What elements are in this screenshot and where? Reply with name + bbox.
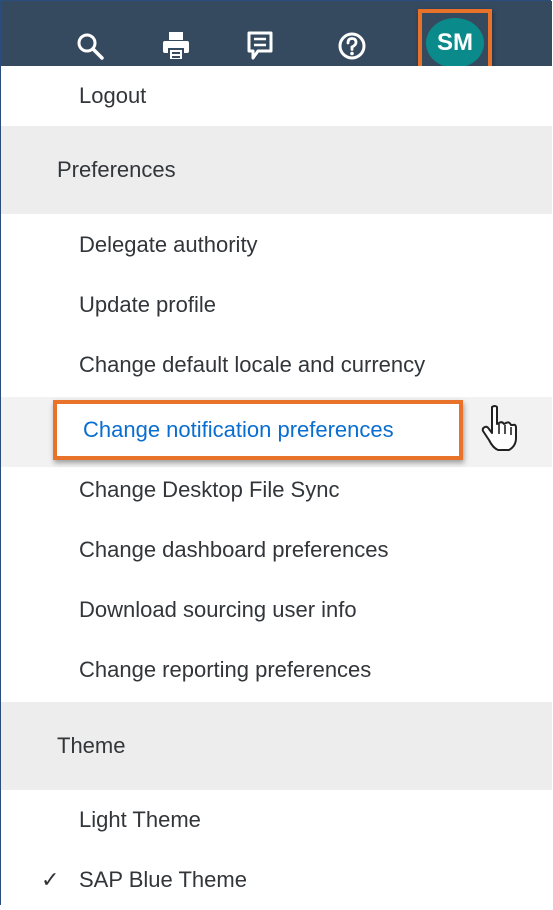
- menu-item-change-dashboard-preferences[interactable]: Change dashboard preferences: [1, 520, 552, 580]
- menu-item-logout[interactable]: Logout: [1, 66, 552, 126]
- menu-item-light-theme[interactable]: Light Theme: [1, 790, 552, 850]
- checkmark-icon: ✓: [41, 867, 60, 892]
- preferences-group-header: Preferences: [1, 126, 552, 214]
- menu-item-sap-blue-theme-label: SAP Blue Theme: [79, 867, 247, 892]
- search-icon[interactable]: [73, 29, 107, 63]
- menu-item-sap-blue-theme[interactable]: ✓ SAP Blue Theme: [1, 850, 552, 910]
- menu-item-change-desktop-file-sync[interactable]: Change Desktop File Sync: [1, 460, 552, 520]
- menu-item-download-sourcing-user-info[interactable]: Download sourcing user info: [1, 580, 552, 640]
- menu-item-delegate-authority[interactable]: Delegate authority: [1, 215, 552, 275]
- user-menu: Logout Preferences Delegate authority Up…: [1, 66, 552, 905]
- menu-item-change-reporting-preferences[interactable]: Change reporting preferences: [1, 640, 552, 700]
- hand-pointer-icon: [479, 404, 519, 454]
- menu-item-update-profile[interactable]: Update profile: [1, 275, 552, 335]
- menu-item-change-locale-currency[interactable]: Change default locale and currency: [1, 335, 552, 395]
- help-icon[interactable]: [335, 29, 369, 63]
- print-icon[interactable]: [159, 29, 193, 63]
- menu-item-change-notification-preferences[interactable]: Change notification preferences: [53, 400, 463, 460]
- avatar[interactable]: SM: [426, 18, 484, 68]
- feedback-icon[interactable]: [243, 29, 277, 63]
- theme-group-header: Theme: [1, 702, 552, 790]
